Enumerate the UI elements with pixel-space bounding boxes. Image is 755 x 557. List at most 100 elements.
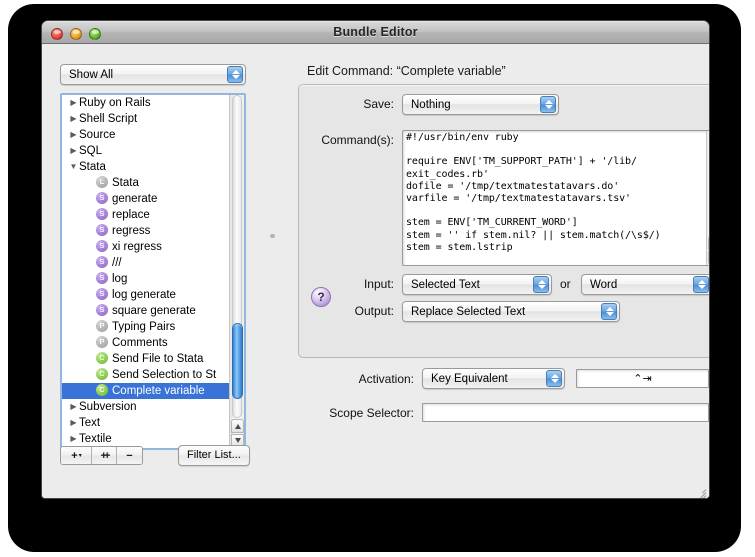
tree-item[interactable]: Sregress [62,223,229,239]
sidebar-toolbar: +▾ + + − Filter List... [60,445,260,466]
item-type-s-icon: S [96,208,108,220]
tree-item[interactable]: P Typing Pairs [62,319,229,335]
scrollbar-thumb[interactable] [709,133,710,155]
add-item-label: + [71,450,78,462]
input-fallback-popup-button[interactable]: Word [581,274,709,295]
scroll-up-arrow-icon[interactable] [231,419,244,433]
tree-item-label: Comments [112,337,168,349]
tree-item[interactable]: ▼ Stata [62,159,229,175]
tree-item[interactable]: ▶ Ruby on Rails [62,95,229,111]
scroll-up-arrow-icon[interactable] [708,236,709,250]
item-type-s-icon: S [96,256,108,268]
input-fallback-popup-value: Word [590,279,618,291]
disclosure-triangle-closed-icon[interactable]: ▶ [68,111,79,127]
key-equivalent-field[interactable]: ⌃⇥ [576,369,709,388]
tree-item-label: xi regress [112,241,162,253]
tree-vertical-scrollbar[interactable] [229,95,244,448]
chevron-updown-icon [693,276,709,293]
tree-item-label: Subversion [79,401,137,413]
tree-item-label: Ruby on Rails [79,97,151,109]
bundle-editor-window: Bundle Editor Show All ▶ Ruby on Rails ▶ Sh… [41,20,710,499]
tree-item-label: square generate [112,305,196,317]
tree-item-label: Send Selection to St [112,369,217,381]
tree-item[interactable]: Sgenerate [62,191,229,207]
tree-item[interactable]: C Complete variable [62,383,229,399]
tree-item-label: Shell Script [79,113,138,125]
tree-item-label: SQL [79,145,103,157]
bundle-tree-rows: ▶ Ruby on Rails ▶ Shell Script ▶ Source ▶ SQL ▼ S… [62,95,229,448]
activation-popup-button[interactable]: Key Equivalent [422,368,565,389]
tree-item[interactable]: ▶ Text [62,415,229,431]
disclosure-triangle-closed-icon[interactable]: ▶ [68,143,79,159]
input-popup-value: Selected Text [411,279,480,291]
tree-item-label: Complete variable [112,385,205,397]
tree-item[interactable]: ▶ Shell Script [62,111,229,127]
window-resize-grip[interactable] [694,484,708,498]
tree-item[interactable]: ▶ Source [62,127,229,143]
tree-item[interactable]: Ssquare generate [62,303,229,319]
duplicate-item-button[interactable]: + + [92,447,117,464]
scrollbar-thumb[interactable] [232,323,243,399]
tree-item[interactable]: P Comments [62,335,229,351]
editor-heading: Edit Command: “Complete variable” [307,64,506,78]
desktop-background: Bundle Editor Show All ▶ Ruby on Rails ▶ Sh… [0,0,755,557]
item-type-c-icon: C [96,368,108,380]
tree-item-label: Send File to Stata [112,353,204,365]
command-editor-pane: Edit Command: “Complete variable” Save: … [265,64,709,429]
tree-item[interactable]: Slog [62,271,229,287]
tree-item[interactable]: L Stata [62,175,229,191]
commands-vertical-scrollbar[interactable] [706,131,710,265]
disclosure-triangle-open-icon[interactable]: ▼ [68,159,79,175]
tree-item[interactable]: ▶ SQL [62,143,229,159]
disclosure-triangle-closed-icon[interactable]: ▶ [68,95,79,111]
tree-item[interactable]: C Send File to Stata [62,351,229,367]
tree-item-label: Textile [79,433,112,445]
item-type-s-icon: S [96,240,108,252]
tree-item-label: Typing Pairs [112,321,176,333]
commands-textarea[interactable]: #!/usr/bin/env ruby require ENV['TM_SUPP… [402,130,710,266]
input-popup-button[interactable]: Selected Text [402,274,552,295]
remove-item-button[interactable]: − [117,447,142,464]
tree-item[interactable]: C Send Selection to St [62,367,229,383]
scrollbar-track[interactable] [709,131,710,235]
item-type-s-icon: S [96,224,108,236]
tree-item-label: generate [112,193,158,205]
save-popup-button[interactable]: Nothing [402,94,559,115]
output-popup-button[interactable]: Replace Selected Text [402,301,620,322]
tree-item-label: /// [112,257,122,269]
tree-item-label: Source [79,129,116,141]
chevron-updown-icon [601,303,617,320]
add-menu-caret-icon: ▾ [78,453,82,459]
filter-list-button[interactable]: Filter List... [178,445,250,466]
tree-item[interactable]: Slog generate [62,287,229,303]
tree-item[interactable]: Sxi regress [62,239,229,255]
output-label: Output: [354,304,394,318]
tree-item[interactable]: ▶ Subversion [62,399,229,415]
help-button[interactable]: ? [311,287,331,307]
disclosure-triangle-closed-icon[interactable]: ▶ [68,399,79,415]
tree-item[interactable]: S /// [62,255,229,271]
filter-popup-button[interactable]: Show All [60,64,246,85]
chevron-updown-icon [227,66,243,83]
scope-selector-field[interactable] [422,403,709,422]
item-type-s-icon: S [96,304,108,316]
tree-item[interactable]: Sreplace [62,207,229,223]
output-popup-value: Replace Selected Text [411,306,526,318]
window-body: Show All ▶ Ruby on Rails ▶ Shell Script ▶ Sou… [42,44,709,498]
scope-selector-label: Scope Selector: [329,406,414,420]
tree-item-label: regress [112,225,151,237]
item-type-p-icon: P [96,336,108,348]
disclosure-triangle-closed-icon[interactable]: ▶ [68,127,79,143]
disclosure-triangle-closed-icon[interactable]: ▶ [68,415,79,431]
tree-action-segmented-control: +▾ + + − [60,446,143,465]
tree-item-label: replace [112,209,150,221]
window-titlebar[interactable]: Bundle Editor [42,21,709,44]
save-label: Save: [363,97,394,111]
scroll-down-arrow-icon[interactable] [708,251,709,265]
bundle-tree[interactable]: ▶ Ruby on Rails ▶ Shell Script ▶ Source ▶ SQL ▼ S… [60,93,246,450]
filter-popup-value: Show All [69,69,114,81]
disclosure-triangle-closed-icon[interactable]: ▶ [68,431,79,447]
add-item-button[interactable]: +▾ [61,447,92,464]
input-conjunction-label: or [560,277,571,291]
item-type-p-icon: P [96,320,108,332]
